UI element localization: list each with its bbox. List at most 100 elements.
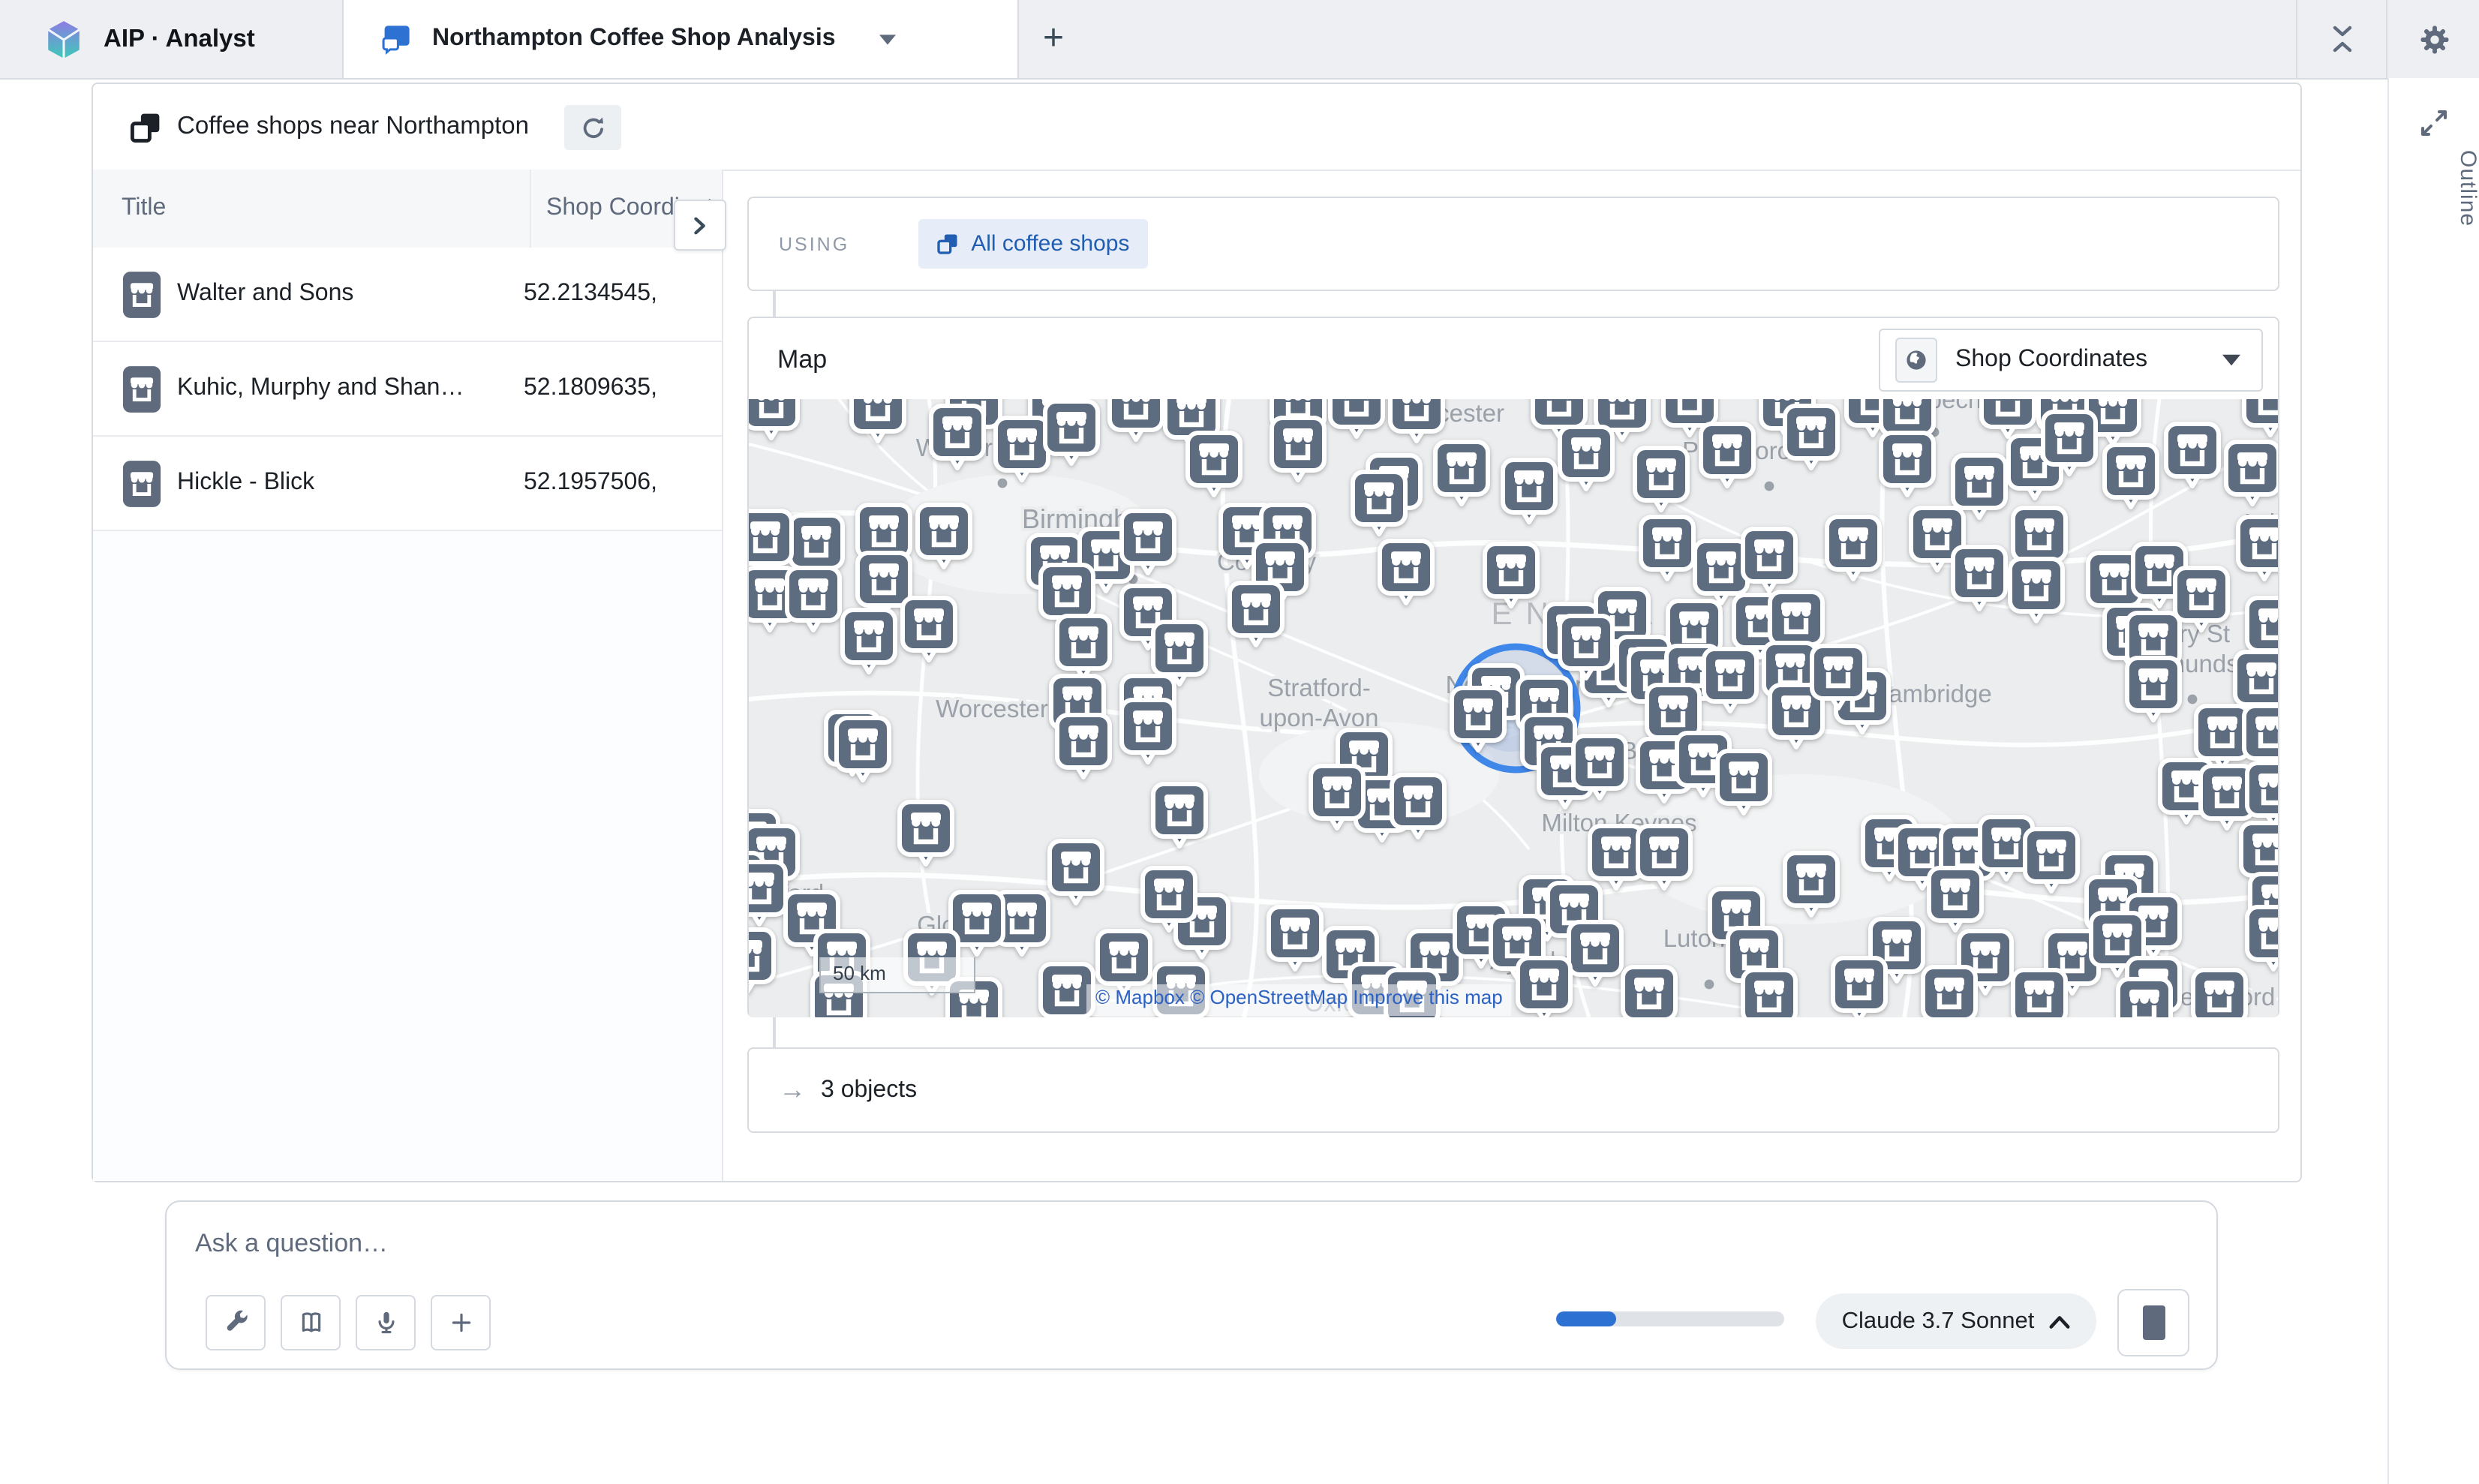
storefront-pin-icon[interactable] (1641, 517, 1693, 579)
storefront-pin-icon[interactable] (1560, 427, 1612, 489)
storefront-pin-icon[interactable] (2043, 412, 2096, 474)
storefront-pin-icon[interactable] (2105, 445, 2157, 507)
storefront-pin-icon[interactable] (843, 610, 895, 672)
storefront-pin-icon[interactable] (2166, 424, 2219, 486)
storefront-pin-icon[interactable] (2238, 517, 2278, 579)
objects-summary-card[interactable]: → 3 objects (747, 1047, 2279, 1133)
storefront-pin-icon[interactable] (1143, 868, 1195, 930)
storefront-pin-icon[interactable] (1057, 616, 1110, 678)
storefront-pin-icon[interactable] (1041, 964, 1093, 1017)
storefront-pin-icon[interactable] (1827, 517, 1880, 579)
storefront-pin-icon[interactable] (749, 511, 792, 573)
storefront-pin-icon[interactable] (1717, 751, 1770, 813)
tab-northampton-analysis[interactable]: Northampton Coffee Shop Analysis (342, 0, 1019, 78)
storefront-pin-icon[interactable] (1057, 715, 1110, 777)
storefront-pin-icon[interactable] (996, 418, 1048, 480)
storefront-pin-icon[interactable] (837, 718, 889, 780)
storefront-pin-icon[interactable] (1503, 460, 1555, 522)
storefront-pin-icon[interactable] (1153, 784, 1206, 846)
storefront-pin-icon[interactable] (1153, 622, 1206, 684)
storefront-pin-icon[interactable] (1435, 442, 1488, 504)
map-attribution[interactable]: © Mapbox © OpenStreetMap Improve this ma… (1086, 984, 1512, 1016)
storefront-pin-icon[interactable] (1833, 958, 1886, 1017)
storefront-pin-icon[interactable] (1929, 868, 1982, 930)
settings-button[interactable] (2404, 9, 2464, 69)
storefront-pin-icon[interactable] (1485, 544, 1537, 606)
storefront-pin-icon[interactable] (1743, 529, 1795, 591)
storefront-pin-icon[interactable] (2127, 658, 2180, 720)
storefront-pin-icon[interactable] (918, 505, 970, 567)
storefront-pin-icon[interactable] (1230, 583, 1282, 645)
storefront-pin-icon[interactable] (1390, 399, 1443, 441)
storefront-pin-icon[interactable] (1923, 967, 1976, 1017)
storefront-pin-icon[interactable] (1392, 775, 1444, 837)
storefront-pin-icon[interactable] (2013, 970, 2066, 1017)
model-selector[interactable]: Claude 3.7 Sonnet (1816, 1293, 2096, 1349)
storefront-pin-icon[interactable] (1122, 511, 1174, 573)
storefront-pin-icon[interactable] (1704, 649, 1756, 711)
storefront-pin-icon[interactable] (749, 930, 774, 992)
storefront-pin-icon[interactable] (1518, 958, 1570, 1017)
storefront-pin-icon[interactable] (2247, 907, 2278, 969)
storefront-pin-icon[interactable] (852, 399, 904, 441)
storefront-pin-icon[interactable] (1050, 841, 1102, 903)
storefront-pin-icon[interactable] (2010, 559, 2063, 621)
storefront-pin-icon[interactable] (2244, 706, 2278, 768)
storefront-pin-icon[interactable] (1785, 406, 1837, 468)
storefront-pin-icon[interactable] (1635, 448, 1687, 510)
storefront-pin-icon[interactable] (1330, 399, 1383, 437)
table-row[interactable]: Kuhic, Murphy and Shan…52.1809635, (93, 342, 722, 437)
storefront-pin-icon[interactable] (1045, 401, 1098, 464)
refresh-button[interactable] (564, 105, 621, 150)
outline-tab-label[interactable]: Outline (2389, 150, 2479, 227)
storefront-pin-icon[interactable] (1188, 433, 1240, 495)
storefront-pin-icon[interactable] (1638, 826, 1690, 888)
layer-selector-dropdown[interactable]: Shop Coordinates (1879, 329, 2263, 392)
storefront-pin-icon[interactable] (1573, 736, 1626, 798)
storefront-pin-icon[interactable] (1881, 433, 1934, 495)
expand-table-button[interactable] (674, 200, 726, 251)
table-row[interactable]: Hickle - Blick52.1957506, (93, 437, 722, 531)
stop-button[interactable] (2117, 1289, 2189, 1356)
storefront-pin-icon[interactable] (1269, 907, 1321, 969)
storefront-pin-icon[interactable] (1982, 399, 2034, 437)
storefront-pin-icon[interactable] (1785, 853, 1837, 915)
collapse-vertical-button[interactable] (2312, 9, 2372, 69)
new-tab-button[interactable]: + (1026, 12, 1080, 66)
storefront-pin-icon[interactable] (1623, 967, 1675, 1017)
tools-button[interactable] (206, 1295, 266, 1350)
storefront-pin-icon[interactable] (1380, 541, 1432, 603)
storefront-pin-icon[interactable] (1701, 424, 1753, 486)
knowledge-button[interactable] (281, 1295, 341, 1350)
storefront-pin-icon[interactable] (900, 802, 952, 864)
storefront-pin-icon[interactable] (1272, 418, 1324, 480)
map-viewport[interactable]: WolverhamptonBirminghamCoventryLeicester… (749, 399, 2278, 1017)
storefront-pin-icon[interactable] (2247, 763, 2278, 825)
storefront-pin-icon[interactable] (1569, 922, 1621, 984)
expand-panel-button[interactable] (2410, 99, 2458, 147)
storefront-pin-icon[interactable] (749, 862, 786, 924)
storefront-pin-icon[interactable] (2118, 979, 2171, 1017)
storefront-pin-icon[interactable] (1812, 646, 1865, 708)
storefront-pin-icon[interactable] (2175, 568, 2228, 630)
storefront-pin-icon[interactable] (1110, 399, 1162, 440)
storefront-pin-icon[interactable] (1452, 688, 1504, 750)
dictate-button[interactable] (356, 1295, 416, 1350)
storefront-pin-icon[interactable] (787, 568, 840, 630)
storefront-pin-icon[interactable] (1560, 616, 1612, 678)
column-header-title[interactable]: Title (122, 170, 166, 248)
storefront-pin-icon[interactable] (1953, 547, 2006, 609)
storefront-pin-icon[interactable] (1311, 766, 1363, 828)
storefront-pin-icon[interactable] (2226, 442, 2278, 504)
storefront-pin-icon[interactable] (1743, 970, 1795, 1017)
storefront-pin-icon[interactable] (749, 399, 798, 438)
question-input[interactable] (192, 1226, 1399, 1277)
storefront-pin-icon[interactable] (1953, 455, 2006, 518)
storefront-pin-icon[interactable] (2193, 970, 2246, 1017)
storefront-pin-icon[interactable] (2244, 399, 2278, 435)
storefront-pin-icon[interactable] (903, 598, 955, 660)
table-row[interactable]: Walter and Sons52.2134545, (93, 248, 722, 342)
storefront-pin-icon[interactable] (1353, 472, 1405, 534)
tab-caret-down-icon[interactable] (879, 34, 896, 44)
all-coffee-shops-chip[interactable]: All coffee shops (918, 219, 1147, 269)
